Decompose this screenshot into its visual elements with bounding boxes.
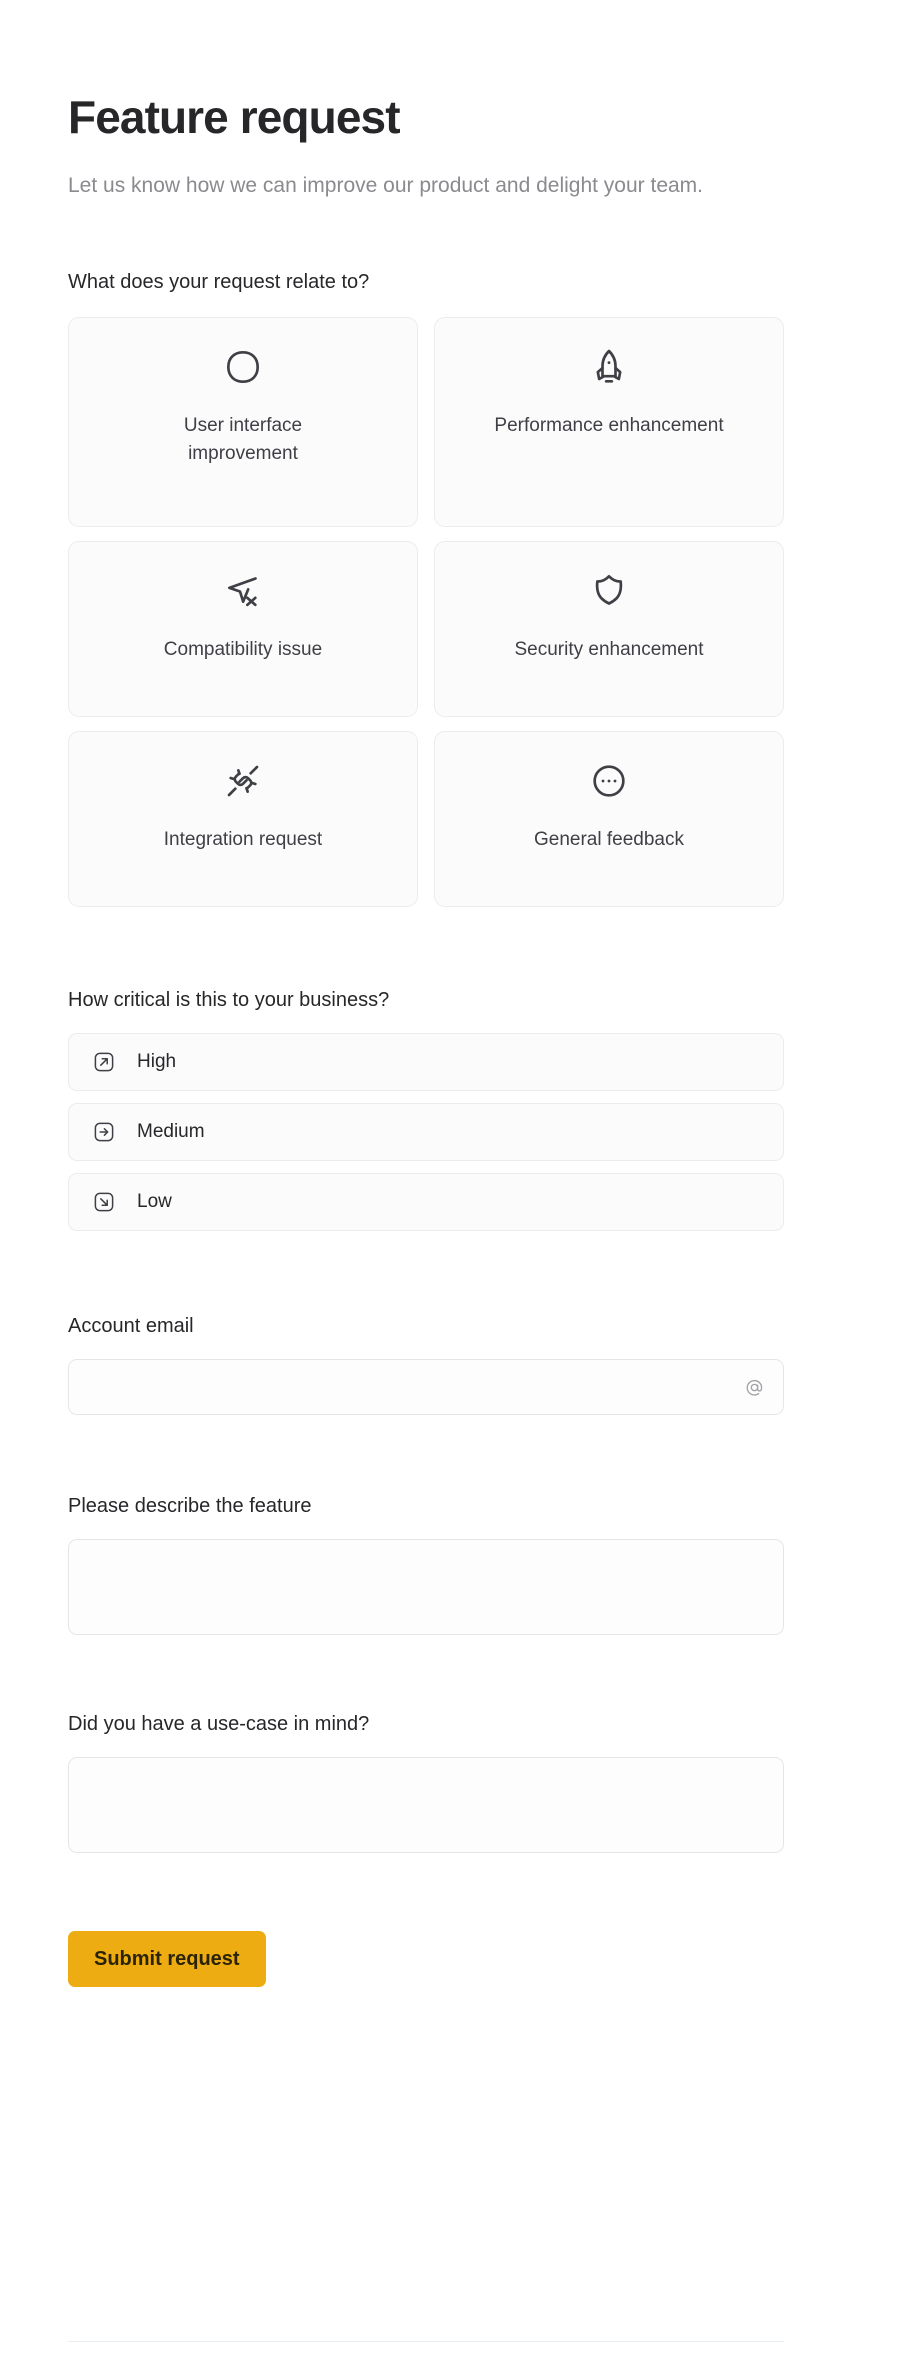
- priority-option-label: Low: [137, 1191, 172, 1213]
- category-section-label: What does your request relate to?: [68, 271, 370, 294]
- priority-option-label: Medium: [137, 1121, 205, 1143]
- submit-request-button[interactable]: Submit request: [68, 1931, 266, 1988]
- email-input[interactable]: [69, 1360, 783, 1415]
- priority-option-high[interactable]: High: [68, 1033, 784, 1092]
- email-section: Account email: [68, 1313, 784, 1416]
- usecase-field-label: Did you have a use-case in mind?: [68, 1713, 370, 1736]
- feature-request-form: Feature request Let us know how we can i…: [68, 0, 784, 1988]
- category-card-label: User interface improvement: [183, 415, 303, 464]
- usecase-textarea[interactable]: [69, 1758, 783, 1853]
- category-option-grid: User interface improvement Performance e…: [68, 317, 784, 908]
- description-section: Please describe the feature: [68, 1493, 784, 1636]
- feature-request-page: Feature request Let us know how we can i…: [0, 0, 900, 2364]
- category-section: What does your request relate to? User i…: [68, 269, 784, 908]
- submit-section: Submit request: [68, 1931, 784, 1988]
- category-card-security-enhancement[interactable]: Security enhancement: [434, 541, 784, 718]
- arrow-up-right-square-icon: [91, 1049, 117, 1075]
- category-card-user-interface-improvement[interactable]: User interface improvement: [68, 317, 418, 528]
- rocket-icon: [586, 344, 632, 390]
- page-subtitle: Let us know how we can improve our produ…: [68, 173, 704, 197]
- priority-option-low[interactable]: Low: [68, 1173, 784, 1232]
- priority-option-label: High: [137, 1051, 177, 1073]
- category-card-integration-request[interactable]: Integration request: [68, 731, 418, 908]
- arrow-right-square-icon: [91, 1119, 117, 1145]
- category-card-label: General feedback: [534, 829, 684, 851]
- send-x-icon: [220, 568, 266, 614]
- category-card-label: Performance enhancement: [494, 415, 724, 437]
- description-textarea-shell: [68, 1539, 784, 1636]
- description-textarea[interactable]: [69, 1540, 783, 1635]
- at-icon: [743, 1376, 765, 1398]
- bottom-divider: [68, 2341, 784, 2342]
- category-card-compatibility-issue[interactable]: Compatibility issue: [68, 541, 418, 718]
- priority-section-label: How critical is this to your business?: [68, 989, 390, 1012]
- category-card-general-feedback[interactable]: General feedback: [434, 731, 784, 908]
- usecase-section: Did you have a use-case in mind?: [68, 1711, 784, 1854]
- priority-option-list: High Medium Low: [68, 1033, 784, 1232]
- category-card-performance-enhancement[interactable]: Performance enhancement: [434, 317, 784, 528]
- page-title: Feature request: [68, 91, 401, 143]
- category-card-label: Security enhancement: [514, 639, 704, 661]
- priority-option-medium[interactable]: Medium: [68, 1103, 784, 1162]
- priority-section: How critical is this to your business? H…: [68, 987, 784, 1232]
- category-card-label: Integration request: [163, 829, 323, 851]
- plug-connected-icon: [220, 758, 266, 804]
- arrow-down-right-square-icon: [91, 1189, 117, 1215]
- shield-icon: [586, 568, 632, 614]
- dots-circle-icon: [586, 758, 632, 804]
- squircle-icon: [220, 344, 266, 390]
- description-field-label: Please describe the feature: [68, 1495, 312, 1518]
- category-card-label: Compatibility issue: [163, 639, 323, 661]
- usecase-textarea-shell: [68, 1757, 784, 1854]
- email-field-label: Account email: [68, 1315, 194, 1338]
- email-input-shell: [68, 1359, 784, 1416]
